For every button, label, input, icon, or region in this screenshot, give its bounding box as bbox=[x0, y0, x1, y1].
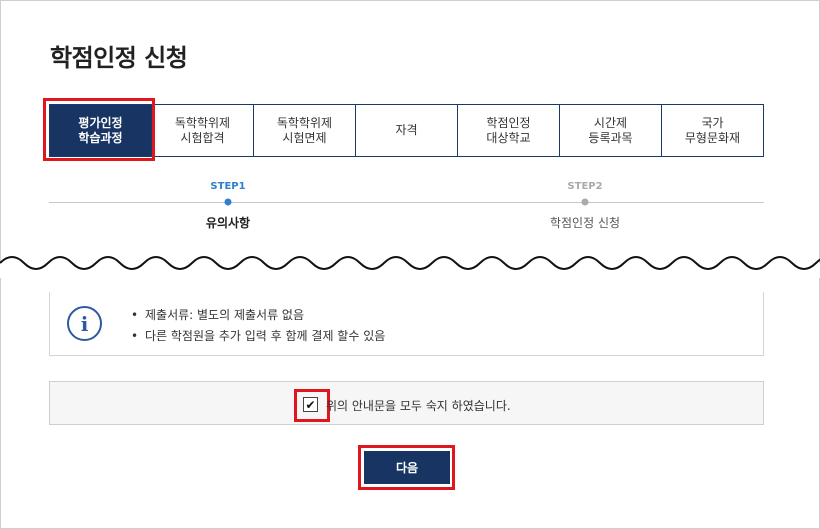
credit-type-tabs: 평가인정 학습과정 독학학위제 시험합격 독학학위제 시험면제 자격 학점인정 … bbox=[49, 104, 764, 157]
tab-self-study-exam-exempt[interactable]: 독학학위제 시험면제 bbox=[253, 105, 355, 156]
highlight-box-checkbox bbox=[294, 389, 330, 422]
step2-name: 학점인정 신청 bbox=[549, 216, 621, 230]
cut-wave-divider bbox=[0, 256, 820, 278]
highlight-box-next-button bbox=[358, 445, 455, 490]
step2-label: STEP2 bbox=[567, 181, 603, 192]
tab-credit-school[interactable]: 학점인정 대상학교 bbox=[457, 105, 559, 156]
step1-label: STEP1 bbox=[210, 181, 246, 192]
tab-certificate[interactable]: 자격 bbox=[355, 105, 457, 156]
step-progress-line bbox=[49, 202, 764, 203]
step2-dot bbox=[581, 198, 589, 206]
info-item: • 제출서류: 별도의 제출서류 없음 bbox=[131, 308, 305, 322]
info-item-text: 제출서류: 별도의 제출서류 없음 bbox=[145, 308, 305, 322]
info-item: • 다른 학점원을 추가 입력 후 함께 결제 할수 있음 bbox=[131, 329, 386, 343]
tab-part-time-course[interactable]: 시간제 등록과목 bbox=[559, 105, 661, 156]
highlight-box-tab bbox=[43, 98, 155, 161]
info-item-text: 다른 학점원을 추가 입력 후 함께 결제 할수 있음 bbox=[145, 329, 386, 343]
tab-intangible-heritage[interactable]: 국가 무형문화재 bbox=[661, 105, 763, 156]
step1-name: 유의사항 bbox=[205, 216, 251, 230]
info-box bbox=[49, 292, 764, 356]
agreement-text: 위의 안내문을 모두 숙지 하였습니다. bbox=[326, 399, 511, 413]
tab-self-study-exam-pass[interactable]: 독학학위제 시험합격 bbox=[151, 105, 253, 156]
info-icon: i bbox=[67, 306, 102, 341]
page-title: 학점인정 신청 bbox=[50, 44, 188, 72]
step1-dot bbox=[224, 198, 232, 206]
